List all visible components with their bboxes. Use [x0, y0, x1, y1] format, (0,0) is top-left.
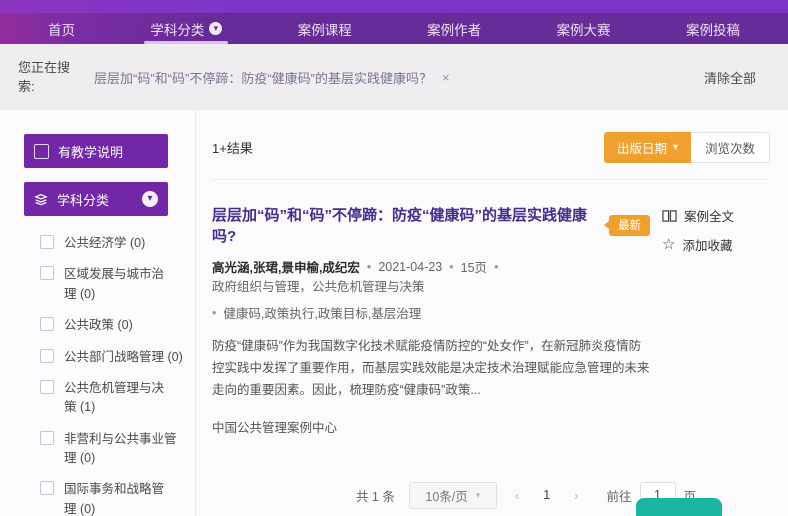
- chevron-down-icon: ▾: [209, 22, 222, 35]
- result-meta: 高光涵,张珺,景申榆,成纪宏 2021-04-23 15页 政府组织与管理，公共…: [212, 257, 650, 295]
- star-icon: ☆: [662, 237, 675, 252]
- nav-item-courses[interactable]: 案例课程: [298, 13, 352, 44]
- close-icon[interactable]: ×: [442, 70, 450, 85]
- subject-filter-item[interactable]: 公共政策 (0): [40, 310, 195, 341]
- next-page-button[interactable]: ›: [570, 488, 582, 503]
- page-size-select[interactable]: 10条/页 ▾: [409, 482, 497, 509]
- nav-item-home[interactable]: 首页: [48, 13, 75, 44]
- app-window: 首页 学科分类 ▾ 案例课程 案例作者 案例大赛 案例投稿 您正在搜索: 层层加…: [0, 0, 788, 516]
- nav-label: 案例大赛: [557, 19, 611, 39]
- teaching-notes-filter[interactable]: 有教学说明: [24, 134, 168, 168]
- page-number[interactable]: 1: [537, 488, 556, 502]
- results-panel: 1+结果 出版日期 ▾ 浏览次数 层层加“码”和“码”不停蹄：防疫“健康码”的基…: [196, 110, 788, 516]
- favorite-button[interactable]: ☆ 添加收藏: [662, 235, 770, 254]
- nav-label: 首页: [48, 19, 75, 39]
- result-title-link[interactable]: 层层加“码”和“码”不停蹄：防疫“健康码”的基层实践健康吗?: [212, 204, 597, 246]
- chevron-down-icon[interactable]: ▾: [142, 191, 158, 207]
- result-authors: 高光涵,张珺,景申榆,成纪宏: [212, 257, 360, 276]
- separator-dot: [212, 306, 216, 320]
- sort-by-date-button[interactable]: 出版日期 ▾: [604, 132, 691, 163]
- prev-page-button[interactable]: ‹: [511, 488, 523, 503]
- result-keywords: 健康码,政策执行,政策目标,基层治理: [223, 303, 421, 322]
- subject-filter-item[interactable]: 区域发展与城市治理 (0): [40, 259, 195, 310]
- sort-by-views-button[interactable]: 浏览次数: [691, 132, 770, 163]
- sort-controls: 出版日期 ▾ 浏览次数: [604, 132, 770, 163]
- subject-section-title: 学科分类: [57, 190, 133, 209]
- goto-label: 前往: [607, 486, 632, 505]
- nav-item-authors[interactable]: 案例作者: [427, 13, 481, 44]
- search-term-tag: 层层加“码”和“码”不停蹄：防疫“健康码”的基层实践健康吗？ ×: [94, 68, 450, 87]
- subject-filter-item[interactable]: 国际事务和战略管理 (0): [40, 474, 195, 516]
- results-count: 1+结果: [212, 138, 253, 157]
- checkbox[interactable]: [40, 380, 54, 394]
- separator-dot: [449, 260, 453, 274]
- checkbox[interactable]: [40, 317, 54, 331]
- nav-item-subjects[interactable]: 学科分类 ▾: [150, 13, 222, 44]
- subject-filter-item[interactable]: 公共部门战略管理 (0): [40, 342, 195, 373]
- search-status-bar: 您正在搜索: 层层加“码”和“码”不停蹄：防疫“健康码”的基层实践健康吗？ × …: [0, 44, 788, 110]
- filter-sidebar: 有教学说明 学科分类 ▾ 公共经济学 (0) 区域发展与城市治理 (0): [0, 110, 196, 516]
- nav-label: 案例投稿: [686, 19, 740, 39]
- nav-item-submit[interactable]: 案例投稿: [686, 13, 740, 44]
- subject-filter-item[interactable]: 公共危机管理与决策 (1): [40, 373, 195, 424]
- nav-item-contest[interactable]: 案例大赛: [557, 13, 611, 44]
- divider: [212, 179, 770, 180]
- teaching-notes-label: 有教学说明: [58, 142, 158, 161]
- top-strip: [0, 0, 788, 13]
- subject-section-header[interactable]: 学科分类 ▾: [24, 182, 168, 216]
- result-keywords-row: 健康码,政策执行,政策目标,基层治理: [212, 303, 650, 322]
- book-icon: [662, 209, 677, 223]
- new-badge: 最新: [609, 215, 650, 236]
- checkbox[interactable]: [40, 349, 54, 363]
- separator-dot: [367, 260, 371, 274]
- chevron-down-icon: ▾: [476, 490, 481, 501]
- results-header: 1+结果 出版日期 ▾ 浏览次数: [212, 132, 770, 163]
- checkbox[interactable]: [34, 144, 49, 159]
- clear-all-button[interactable]: 清除全部: [704, 68, 756, 87]
- result-description: 防疫“健康码”作为我国数字化技术赋能疫情防控的“处女作”，在新冠肺炎疫情防控实践…: [212, 336, 650, 402]
- fulltext-button[interactable]: 案例全文: [662, 206, 770, 225]
- result-date: 2021-04-23: [378, 260, 442, 274]
- checkbox[interactable]: [40, 431, 54, 445]
- result-categories: 政府组织与管理，公共危机管理与决策: [212, 276, 425, 295]
- content-area: 有教学说明 学科分类 ▾ 公共经济学 (0) 区域发展与城市治理 (0): [0, 110, 788, 516]
- subject-filter-item[interactable]: 非营利与公共事业管理 (0): [40, 424, 195, 475]
- result-pages: 15页: [461, 257, 487, 276]
- result-item: 层层加“码”和“码”不停蹄：防疫“健康码”的基层实践健康吗? 最新 高光涵,张珺…: [212, 204, 770, 436]
- nav-label: 学科分类: [150, 19, 204, 39]
- chevron-down-icon: ▾: [673, 142, 678, 153]
- main-nav: 首页 学科分类 ▾ 案例课程 案例作者 案例大赛 案例投稿: [0, 13, 788, 44]
- search-status-label: 您正在搜索:: [18, 58, 76, 97]
- pagination-total: 共 1 条: [356, 486, 395, 505]
- result-actions: 案例全文 ☆ 添加收藏: [662, 204, 770, 436]
- layers-icon: [34, 192, 48, 206]
- nav-label: 案例课程: [298, 19, 352, 39]
- checkbox[interactable]: [40, 481, 54, 495]
- result-source: 中国公共管理案例中心: [212, 417, 650, 436]
- nav-label: 案例作者: [427, 19, 481, 39]
- checkbox[interactable]: [40, 235, 54, 249]
- subject-filter-item[interactable]: 公共经济学 (0): [40, 228, 195, 259]
- floating-action-button[interactable]: [636, 498, 722, 516]
- separator-dot: [494, 260, 498, 274]
- search-term-text: 层层加“码”和“码”不停蹄：防疫“健康码”的基层实践健康吗？: [94, 68, 432, 87]
- checkbox[interactable]: [40, 266, 54, 280]
- subject-filter-list: 公共经济学 (0) 区域发展与城市治理 (0) 公共政策 (0) 公共部门战略管…: [40, 228, 195, 516]
